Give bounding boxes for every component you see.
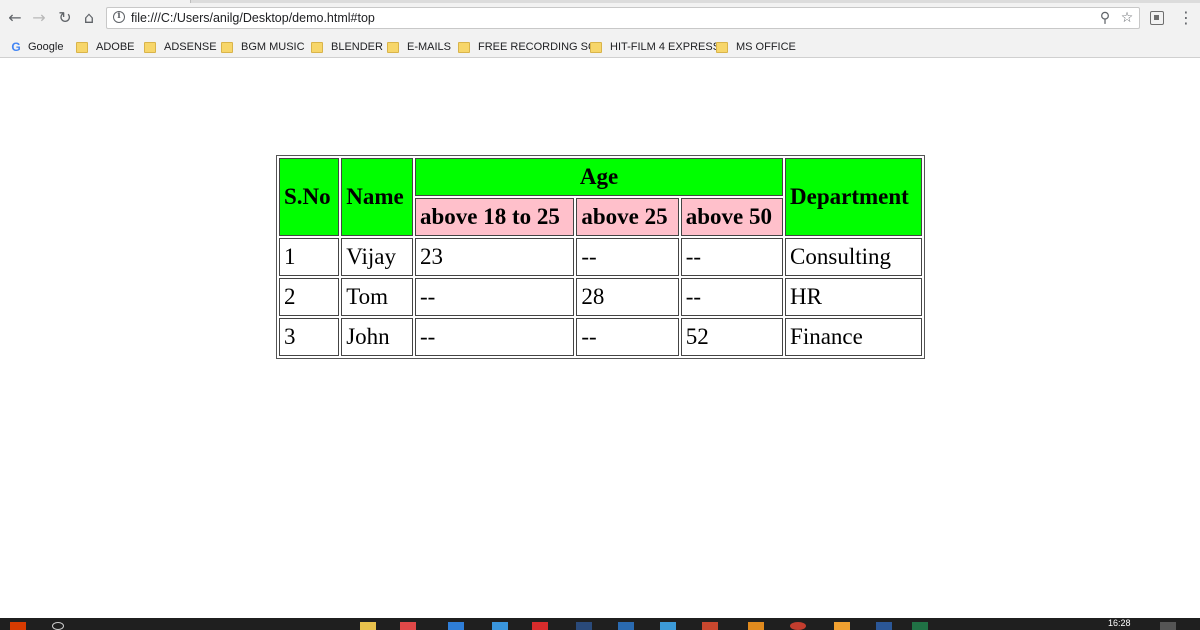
- header-name: Name: [341, 158, 413, 236]
- url-text[interactable]: file:///C:/Users/anilg/Desktop/demo.html…: [131, 11, 375, 25]
- opera-icon[interactable]: [532, 622, 548, 630]
- bookmark-emails[interactable]: E-MAILS: [387, 38, 451, 56]
- photoshop-icon[interactable]: [618, 622, 634, 630]
- extension-icon[interactable]: [1150, 11, 1164, 25]
- reload-icon[interactable]: ↻: [56, 9, 74, 27]
- folder-icon: [716, 41, 728, 53]
- powerpoint-icon[interactable]: [702, 622, 718, 630]
- bookmark-adobe[interactable]: ADOBE: [76, 38, 135, 56]
- folder-icon: [590, 41, 602, 53]
- vlc-icon[interactable]: [834, 622, 850, 630]
- cell-age-25: 28: [576, 278, 679, 316]
- bookmark-hitfilm[interactable]: HIT-FILM 4 EXPRESS: [590, 38, 720, 56]
- cell-sno: 3: [279, 318, 340, 356]
- folder-icon: [387, 41, 399, 53]
- bookmark-label: FREE RECORDING SO: [478, 41, 597, 53]
- cell-age-25: --: [576, 238, 679, 276]
- menu-dots-icon[interactable]: ⋮: [1178, 8, 1194, 28]
- bookmark-bgm-music[interactable]: BGM MUSIC: [221, 38, 305, 56]
- header-age: Age: [414, 158, 784, 196]
- header-age-18-25: above 18 to 25: [414, 198, 575, 236]
- bookmark-free-recording[interactable]: FREE RECORDING SO: [458, 38, 597, 56]
- browser-toolbar: ← → ↻ ⌂ i file:///C:/Users/anilg/Desktop…: [0, 0, 1200, 36]
- store-icon[interactable]: [492, 622, 508, 630]
- bookmark-blender[interactable]: BLENDER: [311, 38, 383, 56]
- table-row: 3 John -- -- 52 Finance: [279, 318, 922, 356]
- home-icon[interactable]: ⌂: [80, 9, 98, 27]
- media-icon[interactable]: [748, 622, 764, 630]
- forward-icon[interactable]: →: [30, 9, 48, 27]
- bookmark-label: ADOBE: [96, 41, 135, 53]
- cell-age-50: --: [680, 278, 784, 316]
- site-info-icon[interactable]: i: [113, 11, 125, 23]
- folder-icon: [76, 41, 88, 53]
- header-sno: S.No: [279, 158, 340, 236]
- cell-name: John: [341, 318, 413, 356]
- bookmark-ms-office[interactable]: MS OFFICE: [716, 38, 796, 56]
- header-department: Department: [785, 158, 922, 236]
- bookmark-label: HIT-FILM 4 EXPRESS: [610, 41, 721, 53]
- cell-name: Tom: [341, 278, 413, 316]
- cell-sno: 1: [279, 238, 340, 276]
- start-icon[interactable]: [10, 622, 26, 630]
- table-header-row: S.No Name Age Department: [279, 158, 922, 236]
- cell-age-18-25: --: [414, 318, 575, 356]
- employee-table: S.No Name Age Department above 18 to 25 …: [276, 155, 925, 359]
- cell-name: Vijay: [341, 238, 413, 276]
- excel-icon[interactable]: [912, 622, 928, 630]
- bookmark-adsense[interactable]: ADSENSE: [144, 38, 217, 56]
- word-icon[interactable]: [876, 622, 892, 630]
- bookmark-label: BGM MUSIC: [241, 41, 305, 53]
- app-icon[interactable]: [660, 622, 676, 630]
- bookmark-label: Google: [28, 41, 64, 53]
- cell-department: HR: [785, 278, 922, 316]
- taskbar-clock[interactable]: 16:28: [1108, 618, 1131, 628]
- header-age-50: above 50: [680, 198, 784, 236]
- folder-icon: [221, 41, 233, 53]
- file-explorer-icon[interactable]: [360, 622, 376, 630]
- table-row: 1 Vijay 23 -- -- Consulting: [279, 238, 922, 276]
- premiere-icon[interactable]: [576, 622, 592, 630]
- bookmark-star-icon[interactable]: ☆: [1119, 10, 1135, 26]
- active-tab[interactable]: [0, 0, 191, 3]
- folder-icon: [311, 41, 323, 53]
- google-icon: G: [11, 40, 21, 54]
- notification-icon[interactable]: [1160, 622, 1176, 630]
- zoom-icon[interactable]: ⚲: [1097, 10, 1113, 26]
- table-row: 2 Tom -- 28 -- HR: [279, 278, 922, 316]
- cell-age-25: --: [576, 318, 679, 356]
- bookmark-label: BLENDER: [331, 41, 383, 53]
- bookmarks-bar: G Google ADOBE ADSENSE BGM MUSIC BLENDER…: [0, 36, 1200, 58]
- folder-icon: [458, 41, 470, 53]
- cell-department: Finance: [785, 318, 922, 356]
- edge-icon[interactable]: [448, 622, 464, 630]
- cell-age-50: --: [680, 238, 784, 276]
- folder-icon: [144, 41, 156, 53]
- cell-age-18-25: 23: [414, 238, 575, 276]
- windows-taskbar: [0, 618, 1200, 630]
- cell-age-50: 52: [680, 318, 784, 356]
- bookmark-label: E-MAILS: [407, 41, 452, 53]
- page-content: S.No Name Age Department above 18 to 25 …: [0, 58, 1200, 618]
- cell-department: Consulting: [785, 238, 922, 276]
- search-icon[interactable]: [52, 622, 64, 630]
- calendar-app-icon[interactable]: [400, 622, 416, 630]
- bookmark-label: ADSENSE: [164, 41, 217, 53]
- cell-age-18-25: --: [414, 278, 575, 316]
- cell-sno: 2: [279, 278, 340, 316]
- header-age-25: above 25: [576, 198, 679, 236]
- bookmark-google[interactable]: G Google: [10, 38, 63, 56]
- back-icon[interactable]: ←: [6, 9, 24, 27]
- chrome-icon[interactable]: [790, 622, 806, 630]
- bookmark-label: MS OFFICE: [736, 41, 796, 53]
- address-bar[interactable]: i file:///C:/Users/anilg/Desktop/demo.ht…: [106, 7, 1140, 29]
